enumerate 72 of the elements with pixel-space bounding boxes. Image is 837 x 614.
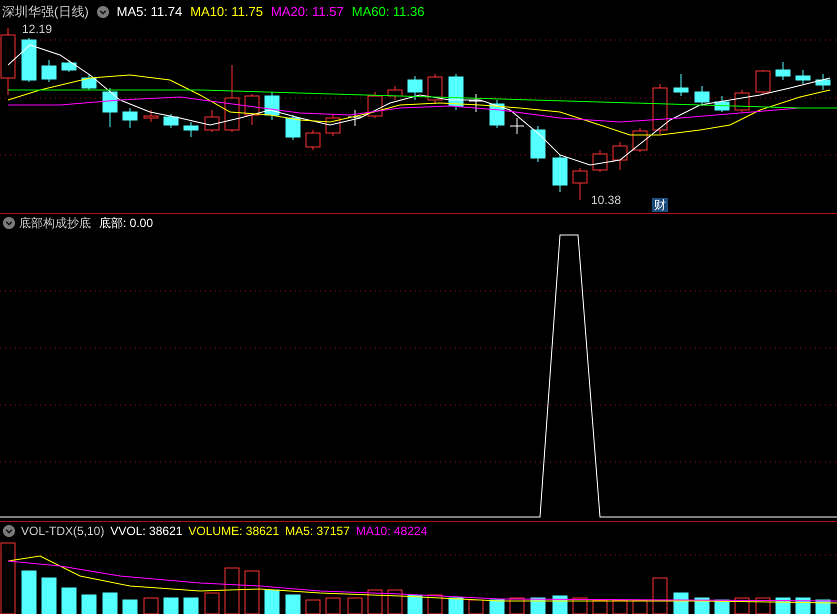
candlestick [408, 76, 422, 100]
low-price-label: 10.38 [591, 193, 622, 207]
volume-bar [22, 570, 36, 614]
candlestick [326, 114, 340, 136]
candlestick [552, 154, 568, 192]
candlestick [756, 70, 770, 94]
collapse-icon[interactable] [3, 525, 15, 537]
candlestick [368, 92, 382, 118]
high-price-label: 12.19 [22, 22, 52, 36]
candlestick [652, 84, 668, 134]
indicator-value: MA5: 37157 [285, 523, 350, 540]
indicator-value: VVOL: 38621 [110, 523, 182, 540]
indicator-value: 底部: 0.00 [99, 215, 154, 232]
candlestick [674, 74, 688, 96]
indicator-value: MA5: 11.74 [116, 3, 182, 22]
candlestick [348, 110, 362, 126]
candlestick [734, 90, 750, 112]
candlestick [530, 126, 546, 162]
volume-bar [286, 594, 300, 614]
candlestick [796, 70, 810, 84]
candlestick [144, 110, 158, 122]
volume-bar [490, 600, 504, 614]
finance-badge[interactable]: 财 [652, 198, 668, 212]
volume-bar [674, 592, 688, 614]
volume-bar [184, 598, 198, 614]
chart-title: 深圳华强(日线) [2, 3, 89, 22]
candlestick [224, 64, 240, 132]
collapse-icon[interactable] [96, 6, 109, 18]
candlestick [510, 118, 524, 134]
candlestick [264, 92, 280, 120]
indicator-title: 底部构成抄底 [19, 215, 91, 232]
volume-bar [552, 596, 568, 614]
candlestick [62, 60, 76, 72]
candlestick [428, 74, 442, 104]
candlestick [572, 168, 588, 200]
collapse-icon[interactable] [3, 217, 15, 229]
indicator-value: MA20: 11.57 [270, 3, 344, 22]
candlestick [184, 122, 198, 138]
indicator-value: MA10: 48224 [356, 523, 428, 540]
candlestick [694, 86, 710, 106]
volume-bar [164, 598, 178, 614]
candlestick [164, 114, 178, 128]
indicator-value: MA10: 11.75 [190, 3, 263, 22]
indicator-value: MA60: 11.36 [352, 3, 424, 22]
candlestick [122, 108, 138, 128]
volume-bar [62, 588, 76, 614]
candlestick [286, 114, 300, 140]
candlestick [714, 96, 730, 112]
candlestick [102, 88, 118, 128]
candlestick [612, 142, 628, 170]
candlestick [22, 38, 36, 82]
volume-bar [42, 578, 56, 614]
candlestick [82, 74, 96, 90]
candlestick [448, 74, 464, 110]
candlestick [244, 94, 260, 126]
candlestick [306, 130, 320, 150]
volume-bar [82, 594, 96, 614]
candlestick [632, 128, 648, 152]
volume-bar [102, 592, 118, 614]
indicator-value: VOLUME: 38621 [188, 523, 280, 540]
candlestick [42, 60, 56, 82]
candlestick [388, 86, 402, 100]
volume-bar [122, 600, 138, 614]
volume-bar [408, 594, 422, 614]
candlestick [592, 150, 608, 172]
candlestick [816, 74, 830, 90]
candlestick [204, 110, 220, 132]
candlestick [468, 94, 484, 112]
volume-bar [448, 598, 464, 614]
candlestick [776, 62, 790, 80]
indicator-title: VOL-TDX(5,10) [21, 523, 104, 540]
volume-bar [264, 590, 280, 614]
